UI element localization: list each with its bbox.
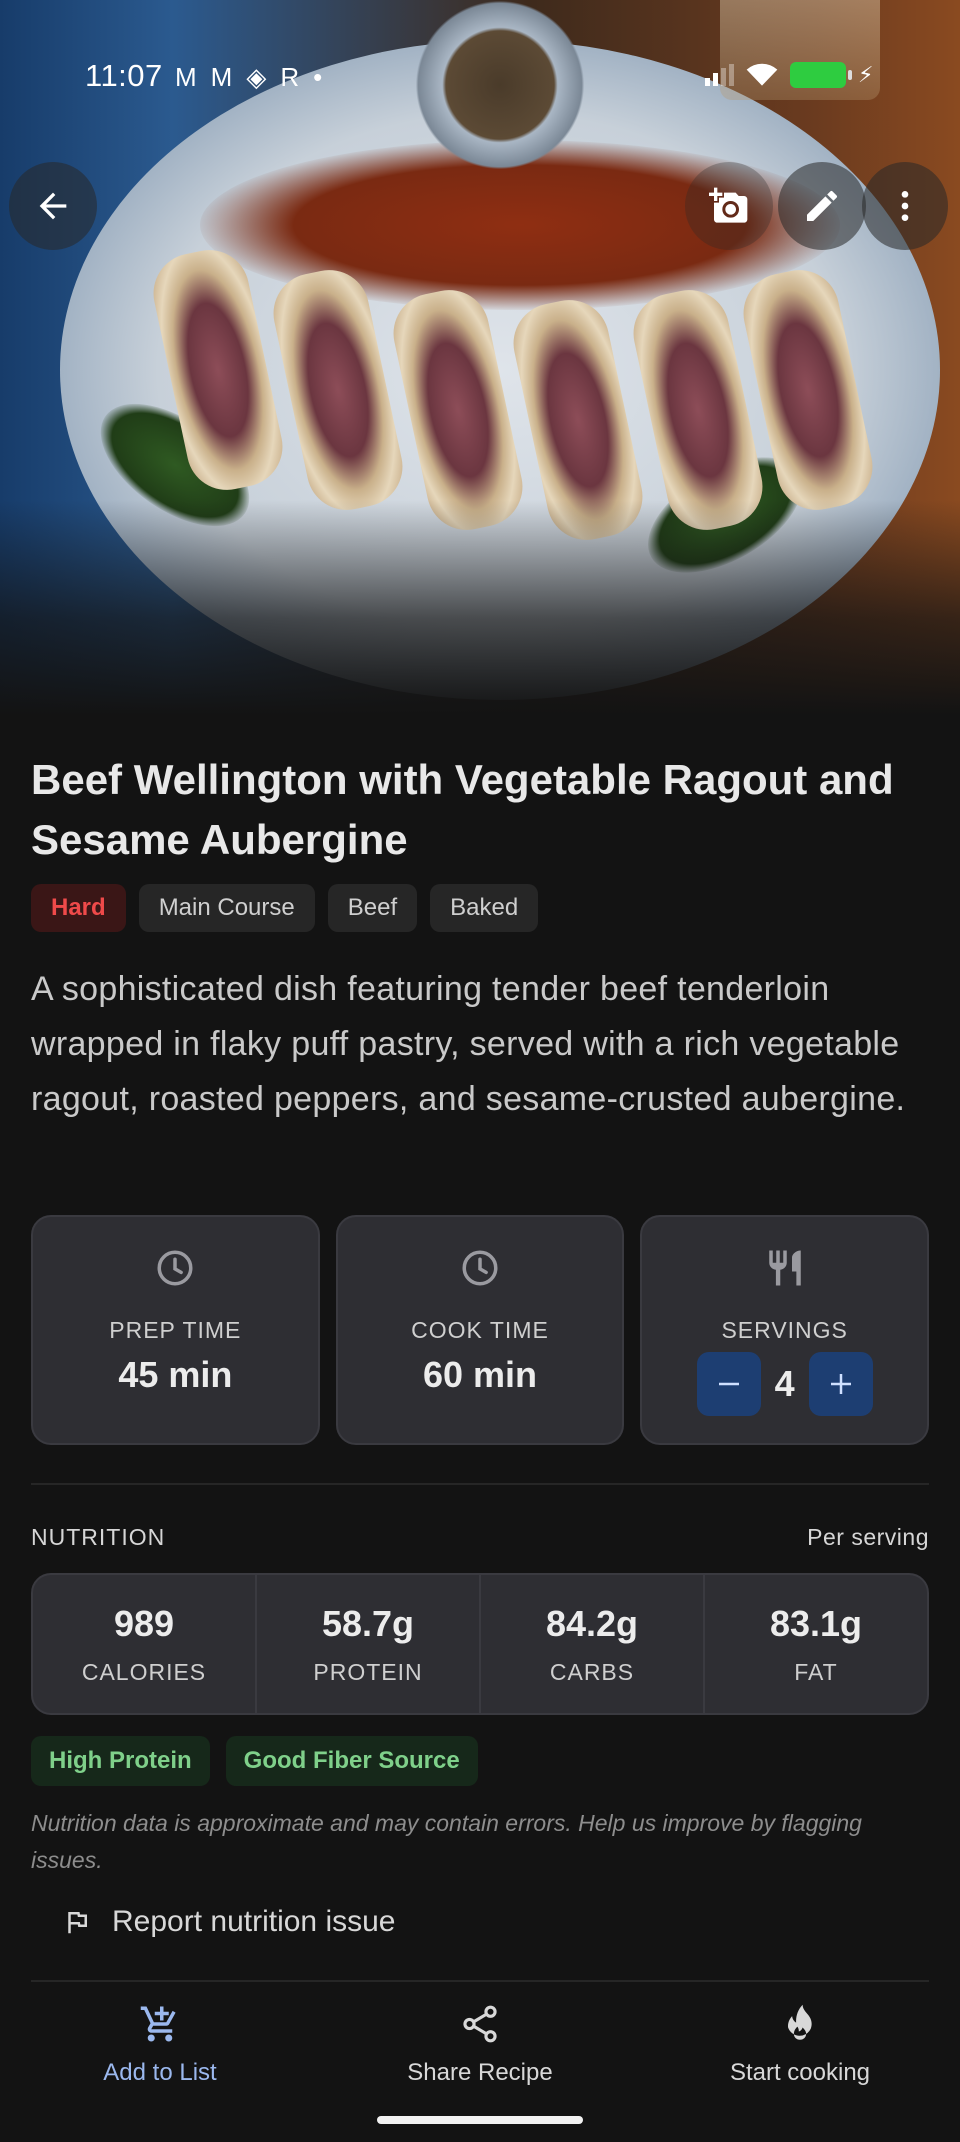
minus-icon [718,1382,739,1386]
add-photo-button[interactable] [685,162,773,250]
back-arrow-icon [39,192,67,220]
nutrition-summary: 989 CALORIES 58.7g PROTEIN 84.2g CARBS 8… [31,1573,929,1715]
servings-value: 4 [774,1363,795,1404]
high-protein-badge: High Protein [31,1736,210,1786]
start-cooking-label: Start cooking [729,2059,871,2086]
nutrition-item-protein: 58.7g PROTEIN [257,1575,481,1713]
edit-pencil-icon [807,190,837,221]
category-tag[interactable]: Baked [430,884,539,932]
bottom-action-bar: Add to List Share Recipe Start cooking [0,1983,960,2142]
increase-servings-button[interactable] [808,1352,873,1416]
recipe-hero-photo [0,0,960,715]
edit-button[interactable] [778,162,866,250]
fiber-badge: Good Fiber Source [225,1736,478,1786]
recipe-description: A sophisticated dish featuring tender be… [31,970,906,1118]
carbs-value: 84.2g [545,1603,639,1644]
flame-icon [788,2004,812,2040]
nutrition-badges: High Protein Good Fiber Source [31,1736,478,1786]
servings-card: SERVINGS 4 [640,1215,930,1445]
share-recipe-button[interactable]: Share Recipe [320,2003,640,2087]
flag-icon [68,1912,87,1934]
difficulty-tag[interactable]: Hard [31,884,126,932]
nutrition-item-carbs: 84.2g CARBS [481,1575,705,1713]
add-to-list-label: Add to List [103,2059,217,2086]
app-icon: ◈ [246,62,267,92]
cart-icon [140,2006,176,2042]
category-tag[interactable]: Beef [327,884,418,932]
prep-time-value: 45 min [118,1354,233,1395]
add-photo-icon [709,187,748,223]
battery-icon [790,62,852,88]
calories-label: CALORIES [81,1659,207,1685]
carbs-label: CARBS [549,1659,635,1685]
per-serving-label: Per serving [807,1524,929,1550]
plus-icon [830,1374,851,1394]
utensils-icon [768,1250,801,1286]
signal-icon [705,64,734,86]
nutrition-disclaimer: Nutrition data is approximate and may co… [31,1810,862,1873]
share-recipe-label: Share Recipe [407,2059,553,2086]
nutrition-heading: NUTRITION [31,1524,166,1550]
category-tag[interactable]: Main Course [138,884,315,932]
status-time: 11:07 [85,58,163,93]
gmail-icon: M [175,62,197,92]
calories-value: 989 [113,1603,175,1644]
divider [31,1483,929,1485]
decrease-servings-button[interactable] [696,1352,761,1416]
nutrition-item-calories: 989 CALORIES [33,1575,257,1713]
nutrition-item-fat: 83.1g FAT [705,1575,927,1713]
more-vert-icon [901,191,909,221]
recipe-tags: Hard Main Course Beef Baked [31,884,539,932]
fat-value: 83.1g [769,1603,863,1644]
nutrition-header: NUTRITION Per serving [31,1524,929,1551]
start-cooking-button[interactable]: Start cooking [640,2003,960,2087]
cook-time-label: COOK TIME [411,1317,549,1343]
report-nutrition-button[interactable]: Report nutrition issue [62,1905,395,1939]
protein-value: 58.7g [321,1603,415,1644]
cook-time-value: 60 min [422,1354,538,1395]
wifi-icon [746,63,778,86]
gmail-icon: M [210,62,233,92]
servings-stepper: 4 [696,1352,873,1416]
clock-icon [462,1250,498,1286]
divider [31,1980,929,1982]
charging-icon: ⚡ [858,62,874,87]
cook-time-card: COOK TIME 60 min [335,1215,625,1445]
back-button[interactable] [9,162,97,250]
add-to-list-button[interactable]: Add to List [0,2003,320,2087]
prep-time-card: PREP TIME 45 min [31,1215,320,1445]
report-nutrition-label: Report nutrition issue [112,1905,396,1938]
share-icon [463,2005,497,2043]
protein-label: PROTEIN [313,1659,423,1685]
fat-label: FAT [794,1659,838,1685]
servings-label: SERVINGS [721,1317,848,1343]
home-indicator[interactable] [377,2116,583,2124]
clock-icon [157,1250,193,1286]
more-options-button[interactable] [862,162,948,250]
status-bar: 11:07 M M ◈ R • ⚡ [0,54,960,94]
recipe-title: Beef Wellington with Vegetable Ragout an… [31,756,894,863]
prep-time-label: PREP TIME [109,1317,242,1343]
dot-icon: • [313,62,323,92]
recipe-stats: PREP TIME 45 min COOK TIME 60 min SERVIN… [31,1215,930,1445]
r-icon: R [280,62,300,92]
